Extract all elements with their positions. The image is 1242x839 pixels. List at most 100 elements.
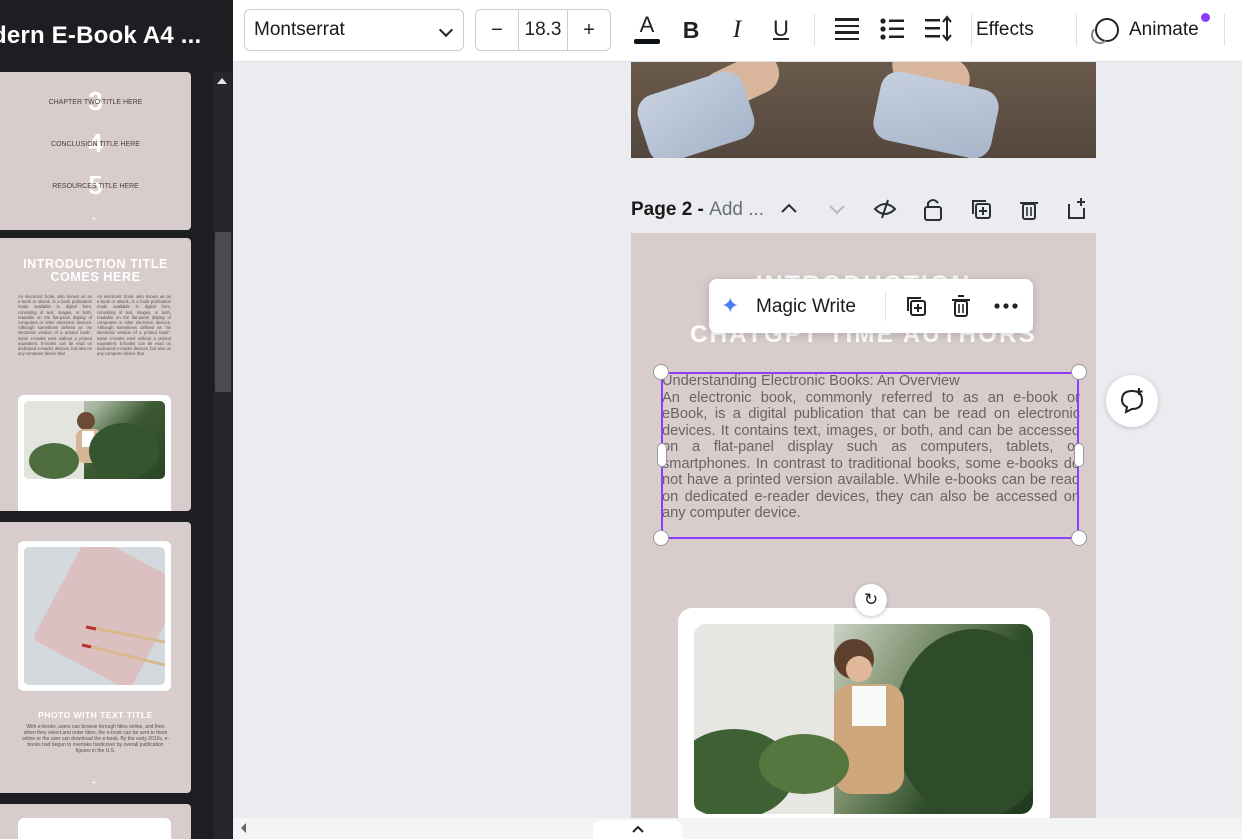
page-thumbnail-2[interactable]: INTRODUCTION TITLE COMES HERE An electro… (0, 238, 191, 511)
thumbnail-title: PHOTO WITH TEXT TITLE (38, 710, 153, 720)
sparkle-icon: ✦ (721, 293, 740, 318)
context-bar-divider (885, 291, 886, 321)
toolbar-divider (1224, 14, 1225, 46)
photo-sleeve (632, 66, 760, 158)
thumbnail-title: INTRODUCTION TITLE COMES HERE (23, 257, 168, 284)
chevron-down-icon (438, 22, 454, 38)
hide-page-icon[interactable] (872, 196, 898, 222)
page-number: Page 2 - (631, 199, 710, 220)
toc-item: CHAPTER TWO TITLE HERE (48, 99, 143, 106)
add-page-dot: + (91, 778, 97, 787)
document-title[interactable]: dern E-Book A4 ... (0, 0, 233, 70)
resize-handle-top-left[interactable] (653, 364, 669, 380)
lock-glyph (924, 199, 942, 221)
toolbar-divider (971, 14, 972, 46)
chevron-up-icon[interactable] (776, 196, 802, 222)
delete-page-icon[interactable] (1016, 196, 1042, 222)
chevron-glyph (829, 205, 845, 215)
add-page-glyph (1068, 198, 1085, 219)
woman-plants-photo (24, 401, 165, 479)
photo-illustration (24, 401, 159, 479)
thumbnail-scrollbar[interactable] (214, 72, 232, 839)
duplicate-page-icon[interactable] (968, 196, 994, 222)
chevron-glyph (781, 203, 797, 213)
toolbar-divider (814, 14, 815, 46)
pages-panel: dern E-Book A4 ... 3 CHAPTER TWO TITLE H… (0, 0, 233, 839)
thumbnail-text-column: An electronic book, also known as an e-b… (97, 294, 171, 357)
rotate-handle[interactable]: ↻ (855, 584, 887, 616)
magic-write-button[interactable]: Magic Write (756, 296, 856, 318)
animate-button[interactable]: Animate (1091, 14, 1199, 46)
horizontal-scrollbar[interactable] (233, 818, 1242, 839)
italic-button[interactable]: I (725, 14, 749, 46)
bulleted-list-icon[interactable] (878, 14, 906, 46)
page-thumbnail-3[interactable]: PHOTO WITH TEXT TITLE With e-books, user… (0, 522, 191, 793)
bold-button[interactable]: B (679, 14, 703, 46)
text-color-icon: A (639, 12, 655, 37)
increase-font-size-button[interactable]: + (568, 10, 610, 50)
font-name: Montserrat (254, 19, 345, 40)
chevron-up-icon (632, 825, 644, 833)
resize-handle-top-right[interactable] (1071, 364, 1087, 380)
thumbnail-photo-frame (18, 818, 171, 839)
add-comment-button[interactable] (1106, 375, 1158, 427)
add-page-dot: + (91, 214, 97, 223)
duplicate-glyph (907, 297, 926, 316)
more-options-icon[interactable] (992, 292, 1020, 320)
toolbar-divider (1076, 14, 1077, 46)
toc-item: RESOURCES TITLE HERE (52, 183, 139, 190)
notification-dot (1201, 13, 1210, 22)
page-thumbnail-4[interactable] (0, 804, 191, 839)
scrollbar-thumb[interactable] (215, 232, 231, 392)
lock-icon[interactable] (920, 196, 946, 222)
ellipsis-glyph (994, 303, 1018, 309)
element-context-bar: ✦ Magic Write (709, 279, 1033, 333)
resize-handle-bottom-left[interactable] (653, 530, 669, 546)
font-family-select[interactable]: Montserrat (244, 9, 464, 51)
line-spacing-icon[interactable] (923, 14, 953, 46)
page-1-photo[interactable] (631, 62, 1096, 158)
scroll-up-arrow-icon[interactable] (217, 78, 227, 84)
spacing-glyph (925, 15, 952, 42)
resize-handle-right[interactable] (1074, 443, 1084, 467)
thumbnail-photo-frame (18, 395, 171, 511)
add-page-dot: + (91, 496, 97, 505)
duplicate-icon[interactable] (902, 292, 930, 320)
resize-handle-left[interactable] (657, 443, 667, 467)
scroll-left-arrow-icon[interactable] (241, 823, 246, 833)
rotate-icon: ↻ (863, 590, 879, 609)
animate-icon (1091, 18, 1119, 44)
page-title[interactable]: Page 2 - Add ... (631, 199, 764, 221)
chevron-down-icon[interactable] (824, 196, 850, 222)
thumbnail-text-column: An electronic book, also known as an e-b… (18, 294, 92, 357)
eye-slash-glyph (873, 199, 897, 219)
underline-button[interactable]: U (769, 14, 793, 46)
page-thumbnail-1[interactable]: 3 CHAPTER TWO TITLE HERE 4 CONCLUSION TI… (0, 72, 191, 230)
thumbnail-photo-frame (18, 541, 171, 691)
page-2-header: Page 2 - Add ... (631, 190, 1096, 230)
align-justify-icon[interactable] (833, 14, 861, 46)
animate-label: Animate (1129, 19, 1199, 40)
expand-notes-button[interactable] (593, 820, 683, 839)
text-toolbar: Montserrat − 18.3 + A B I U Effects Anim… (233, 0, 1242, 62)
font-size-input[interactable]: 18.3 (518, 10, 568, 50)
trash-glyph (1020, 202, 1038, 220)
comment-icon (1120, 388, 1144, 414)
text-color-button[interactable]: A (633, 14, 661, 46)
decrease-font-size-button[interactable]: − (476, 10, 518, 50)
photo-frame[interactable] (678, 608, 1050, 818)
text-selection-box[interactable] (661, 372, 1079, 539)
duplicate-glyph (972, 200, 991, 219)
toc-item: CONCLUSION TITLE HERE (51, 141, 140, 148)
trash-glyph (952, 295, 970, 317)
effects-button[interactable]: Effects (976, 14, 1034, 46)
text-color-swatch (634, 39, 660, 44)
resize-handle-bottom-right[interactable] (1071, 530, 1087, 546)
trash-icon[interactable] (947, 292, 975, 320)
photo-illustration (694, 624, 1033, 814)
add-page-icon[interactable] (1064, 196, 1090, 222)
notebook-pencils-photo (24, 547, 165, 685)
photo-sleeve (870, 68, 1002, 158)
add-page-title[interactable]: Add ... (709, 199, 764, 220)
editor-canvas: Page 2 - Add ... INTRODUCTION CHATGPT TI… (233, 62, 1242, 818)
